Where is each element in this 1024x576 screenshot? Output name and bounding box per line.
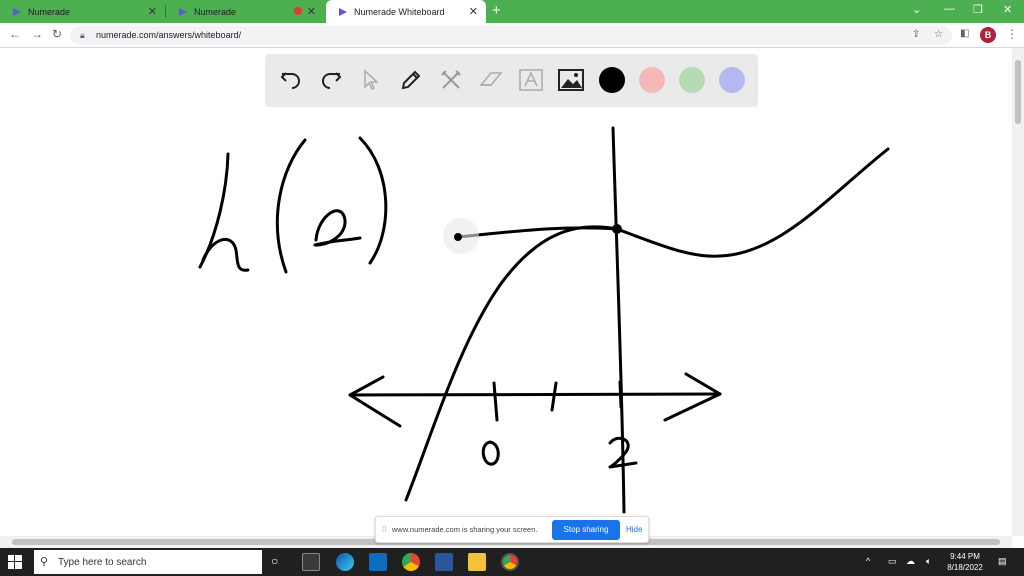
tangent-start-point (454, 233, 462, 241)
recording-indicator-icon (294, 7, 302, 15)
color-green-swatch[interactable] (679, 67, 705, 93)
forward-icon[interactable]: → (31, 27, 43, 41)
tick-mark (618, 380, 623, 409)
share-message: www.numerade.com is sharing your screen. (392, 525, 538, 534)
word-app-icon[interactable] (435, 553, 453, 571)
new-tab-button[interactable]: + (492, 2, 501, 19)
whiteboard-toolbar (265, 54, 758, 107)
scrollbar-thumb[interactable] (1015, 60, 1021, 124)
profile-avatar[interactable]: B (980, 27, 996, 43)
store-app-icon[interactable] (302, 553, 320, 571)
image-icon[interactable] (558, 67, 584, 93)
x-axis (348, 392, 722, 397)
search-placeholder: Type here to search (58, 557, 147, 568)
text-icon[interactable] (518, 67, 544, 93)
minimize-icon[interactable]: — (944, 3, 955, 15)
tab-numerade-whiteboard[interactable]: Numerade Whiteboard ✕ (326, 0, 486, 23)
battery-icon[interactable]: ▭ (888, 556, 897, 567)
task-view-icon[interactable]: ○ (271, 554, 278, 568)
volume-icon[interactable]: 🔈︎ (926, 556, 931, 567)
address-bar: ← → ↻ 🔒︎ numerade.com/answers/whiteboard… (0, 23, 1024, 48)
close-icon[interactable]: ✕ (148, 5, 157, 18)
restore-icon[interactable]: ❐ (973, 3, 983, 16)
x-axis-right-arrow (663, 372, 722, 422)
function-curve-right (615, 147, 890, 258)
tab-search-icon[interactable]: ⌄ (912, 3, 921, 16)
numerade-logo-icon (179, 7, 187, 16)
x-axis-left-arrow (348, 375, 402, 428)
reload-icon[interactable]: ↻ (52, 27, 62, 41)
clock-time: 9:44 PM (950, 552, 980, 561)
edge-app-icon[interactable] (336, 553, 354, 571)
tab-label: Numerade (28, 6, 71, 17)
redo-icon[interactable] (318, 67, 344, 93)
handwriting-tick-0 (481, 440, 500, 466)
close-icon[interactable]: ✕ (469, 5, 478, 18)
sidepanel-icon[interactable]: ◧ (960, 28, 969, 39)
eraser-icon[interactable] (478, 67, 504, 93)
color-blue-swatch[interactable] (719, 67, 745, 93)
windows-taskbar: ⚲ Type here to search ○ ^ ▭ ☁ 🔈︎ 9:44 PM… (0, 548, 1024, 576)
undo-icon[interactable] (278, 67, 304, 93)
windows-start-icon[interactable] (8, 555, 22, 569)
search-icon: ⚲ (40, 556, 49, 568)
tab-label: Numerade Whiteboard (354, 6, 445, 17)
numerade-logo-icon (339, 7, 347, 16)
url-text: numerade.com/answers/whiteboard/ (96, 30, 242, 40)
window-close-icon[interactable]: ✕ (1003, 3, 1012, 16)
tick-mark (492, 381, 499, 422)
bookmark-star-icon[interactable]: ☆ (934, 29, 943, 40)
vertical-scrollbar[interactable] (1012, 48, 1024, 536)
taskbar-search-box[interactable]: ⚲ Type here to search (34, 550, 262, 574)
function-curve (404, 225, 619, 502)
tools-icon[interactable] (438, 67, 464, 93)
color-black-swatch[interactable] (599, 67, 625, 93)
pointer-icon[interactable] (358, 67, 384, 93)
point-of-tangency (612, 224, 622, 234)
cloud-icon[interactable]: ☁ (906, 556, 915, 567)
chrome-app-icon[interactable] (402, 553, 420, 571)
notifications-icon[interactable]: ▤ (998, 556, 1007, 567)
taskbar-clock[interactable]: 9:44 PM 8/18/2022 (940, 551, 990, 573)
tray-chevron-icon[interactable]: ^ (866, 556, 870, 566)
tangent-line (456, 226, 619, 239)
pen-icon[interactable] (398, 67, 424, 93)
handwriting-function-label (198, 136, 388, 274)
share-icon[interactable]: ⇪ (912, 29, 920, 40)
stop-sharing-button[interactable]: Stop sharing (552, 520, 620, 540)
close-icon[interactable]: ✕ (307, 5, 316, 18)
numerade-logo-icon (13, 7, 21, 16)
menu-kebab-icon[interactable]: ⋮ (1006, 27, 1018, 41)
tick-mark (550, 381, 558, 412)
drag-handle-icon[interactable]: ⁞⁞ (382, 525, 386, 534)
tab-numerade-2[interactable]: Numerade ✕ (166, 0, 324, 23)
clock-date: 8/18/2022 (947, 563, 983, 572)
tab-label: Numerade (194, 6, 237, 17)
back-icon[interactable]: ← (9, 27, 21, 41)
outlook-app-icon[interactable] (369, 553, 387, 571)
screen-share-bar: ⁞⁞ www.numerade.com is sharing your scre… (375, 516, 649, 543)
browser-tab-bar: Numerade ✕ Numerade ✕ Numerade Whiteboar… (0, 0, 1024, 23)
url-field[interactable]: 🔒︎ numerade.com/answers/whiteboard/ ⇪ ☆ (70, 26, 952, 45)
whiteboard-canvas[interactable] (0, 48, 1012, 536)
file-explorer-app-icon[interactable] (468, 553, 486, 571)
tab-numerade-1[interactable]: Numerade ✕ (0, 0, 165, 23)
color-pink-swatch[interactable] (639, 67, 665, 93)
chrome-profile-app-icon[interactable] (501, 553, 519, 571)
lock-icon: 🔒︎ (80, 30, 85, 40)
hide-button[interactable]: Hide (626, 525, 642, 534)
